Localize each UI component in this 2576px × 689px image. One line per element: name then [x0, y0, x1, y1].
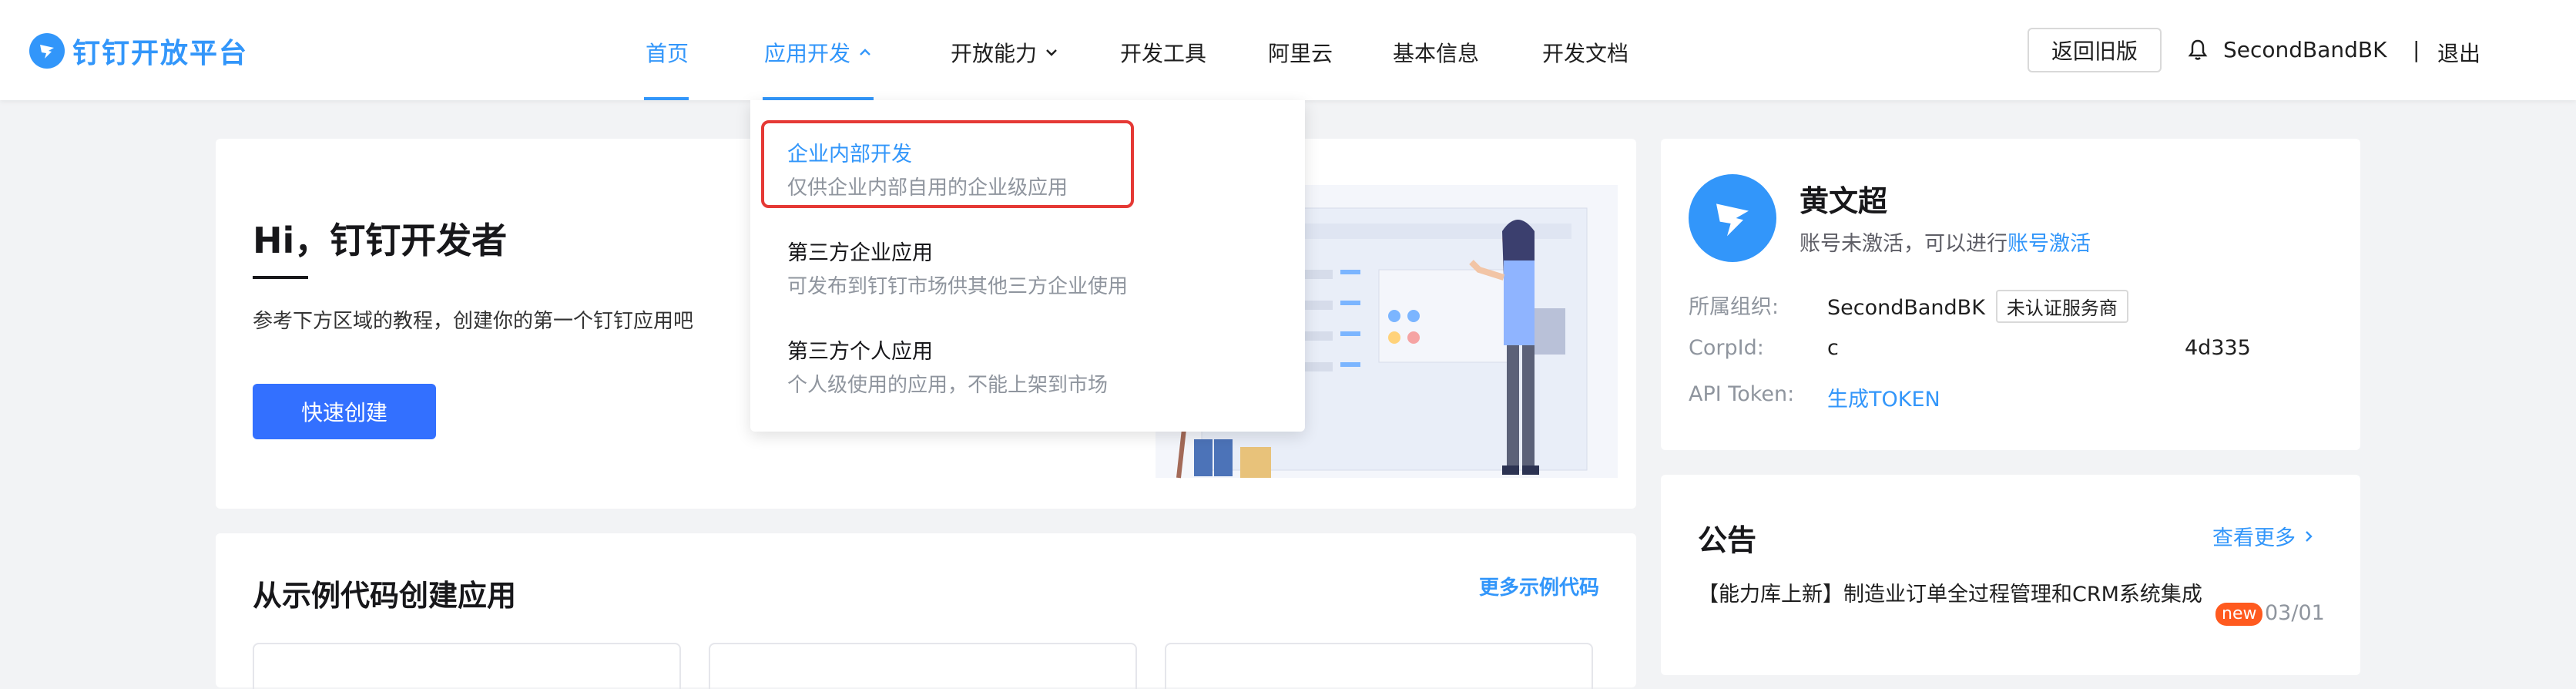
account-status-text: 账号未激活，可以进行	[1800, 232, 2007, 256]
nav-dev-docs[interactable]: 开发文档	[1542, 37, 1628, 68]
nav-app-dev-label: 应用开发	[764, 41, 851, 66]
chevron-right-icon	[2306, 530, 2313, 542]
header-separator: |	[2413, 37, 2420, 62]
corpid-value-start: c	[1827, 336, 1839, 360]
activate-account-link[interactable]: 账号激活	[2007, 232, 2091, 256]
example-card-1[interactable]	[253, 643, 681, 689]
example-card-3[interactable]	[1165, 643, 1593, 689]
top-navigation-bar: 钉钉开放平台 首页 应用开发 开放能力 开发工具 阿里云 基本信息 开发文档 返…	[0, 0, 2576, 100]
nav-home-underline	[644, 97, 689, 100]
org-label: 所属组织:	[1689, 295, 1779, 319]
dingtalk-wing-icon	[1716, 203, 1749, 237]
logout-link[interactable]: 退出	[2437, 37, 2480, 68]
menu-item-third-party-enterprise[interactable]: 第三方企业应用 可发布到钉钉市场供其他三方企业使用	[787, 236, 1249, 299]
bell-icon[interactable]	[2188, 39, 2208, 62]
examples-title: 从示例代码创建应用	[253, 579, 517, 613]
notice-title: 公告	[1698, 523, 1757, 557]
notice-item-date: 03/01	[2265, 601, 2325, 625]
nav-home[interactable]: 首页	[646, 37, 689, 68]
nav-aliyun[interactable]: 阿里云	[1268, 37, 1333, 68]
menu-item-title: 第三方企业应用	[787, 241, 933, 265]
nav-dev-docs-label: 开发文档	[1542, 41, 1629, 66]
new-badge: new	[2215, 603, 2263, 626]
org-value-row: SecondBandBK 未认证服务商	[1827, 290, 2128, 323]
menu-item-desc: 可发布到钉钉市场供其他三方企业使用	[787, 275, 1129, 298]
profile-card: 黄文超 账号未激活，可以进行账号激活 所属组织: SecondBandBK 未认证…	[1661, 139, 2360, 450]
nav-dev-tools[interactable]: 开发工具	[1120, 37, 1206, 68]
corpid-label: CorpId:	[1689, 336, 1764, 360]
examples-card: 从示例代码创建应用 更多示例代码	[216, 533, 1636, 689]
welcome-title-underline	[253, 276, 308, 279]
brand-name: 钉钉开放平台	[72, 38, 249, 69]
avatar	[1689, 174, 1776, 262]
corpid-value-end: 4d335	[2185, 336, 2251, 360]
more-examples-link[interactable]: 更多示例代码	[1479, 572, 1599, 600]
menu-item-desc: 个人级使用的应用，不能上架到市场	[787, 374, 1109, 397]
dingtalk-wing-icon	[29, 33, 65, 69]
menu-item-third-party-personal[interactable]: 第三方个人应用 个人级使用的应用，不能上架到市场	[787, 334, 1249, 398]
org-value: SecondBandBK	[1827, 296, 1985, 320]
app-dev-dropdown-menu: 企业内部开发 仅供企业内部自用的企业级应用 第三方企业应用 可发布到钉钉市场供其…	[750, 100, 1305, 432]
nav-open-capability-label: 开放能力	[951, 41, 1038, 66]
view-more-label: 查看更多	[2212, 526, 2296, 550]
menu-item-desc: 仅供企业内部自用的企业级应用	[787, 176, 1068, 200]
account-status: 账号未激活，可以进行账号激活	[1800, 227, 2091, 257]
quick-create-button[interactable]: 快速创建	[253, 384, 436, 439]
nav-aliyun-label: 阿里云	[1268, 41, 1333, 66]
welcome-title: Hi，钉钉开发者	[253, 220, 508, 261]
example-card-2[interactable]	[709, 643, 1137, 689]
welcome-description: 参考下方区域的教程，创建你的第一个钉钉应用吧	[253, 310, 694, 333]
api-token-label: API Token:	[1689, 382, 1795, 406]
generate-token-link[interactable]: 生成TOKEN	[1827, 382, 1940, 412]
org-badge: 未认证服务商	[1995, 290, 2128, 323]
nav-dev-tools-label: 开发工具	[1120, 41, 1207, 66]
chevron-down-icon	[1046, 49, 1057, 56]
nav-app-dev[interactable]: 应用开发	[764, 37, 872, 68]
view-more-link[interactable]: 查看更多	[2212, 521, 2316, 551]
menu-item-internal-dev[interactable]: 企业内部开发 仅供企业内部自用的企业级应用	[787, 137, 1249, 200]
dingtalk-logo[interactable]: 钉钉开放平台	[29, 33, 248, 69]
nav-home-label: 首页	[646, 41, 689, 66]
menu-item-title: 第三方个人应用	[787, 340, 933, 364]
nav-basic-info-label: 基本信息	[1393, 41, 1480, 66]
back-to-old-version-button[interactable]: 返回旧版	[2028, 28, 2162, 72]
notice-item-text[interactable]: 【能力库上新】制造业订单全过程管理和CRM系统集成	[1698, 580, 2206, 610]
nav-basic-info[interactable]: 基本信息	[1393, 37, 1479, 68]
menu-item-title: 企业内部开发	[787, 143, 912, 166]
notice-card: 公告 查看更多 【能力库上新】制造业订单全过程管理和CRM系统集成 new 03…	[1661, 475, 2360, 675]
current-user-name[interactable]: SecondBandBK	[2223, 37, 2387, 62]
chevron-up-icon	[860, 49, 870, 55]
profile-name: 黄文超	[1800, 184, 1888, 218]
nav-open-capability[interactable]: 开放能力	[951, 37, 1058, 68]
